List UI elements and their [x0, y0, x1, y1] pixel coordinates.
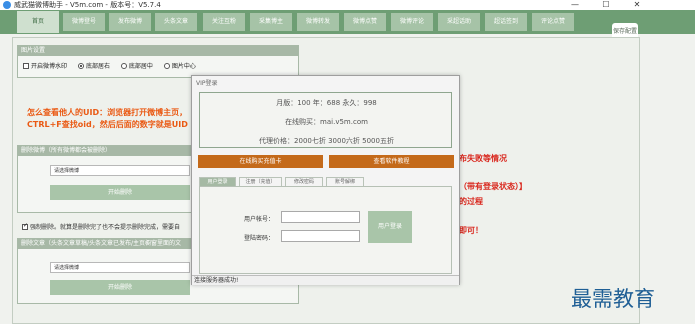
tab-6[interactable]: 微博转发 [297, 13, 339, 31]
buy-link-line[interactable]: 在线购买：mai.v5m.com [200, 117, 453, 127]
tab-2[interactable]: 发布微博 [109, 13, 151, 31]
account-label: 用户帐号： [244, 216, 275, 223]
checkbox-checked-icon: ✓ [22, 222, 29, 230]
delete-weibo-button[interactable]: 开始删除 [50, 185, 190, 200]
tab-9[interactable]: 采超话助 [438, 13, 480, 31]
window-title: 威武猫微博助手 - V5m.com - 版本号：V5.7.4 [14, 1, 161, 9]
price-line: 月版：100 年：688 永久：998 [276, 99, 377, 107]
notice-text-3: 的过程 [459, 197, 483, 206]
pricing-box: 月版：100 年：688 永久：998 在线购买：mai.v5m.com 代理价… [199, 92, 452, 148]
tab-8[interactable]: 微博评论 [391, 13, 433, 31]
minimize-button[interactable]: — [565, 0, 585, 10]
tab-10[interactable]: 超话签到 [485, 13, 527, 31]
radio-bottom-right[interactable]: 底部居右 [77, 61, 110, 70]
status-bar: 连接服务器成功! [192, 275, 459, 285]
login-button[interactable]: 用户登录 [368, 211, 412, 243]
uid-hint-line-2: CTRL+F查找oid，然后后面的数字就是UID [27, 120, 188, 129]
buy-card-button[interactable]: 在线购买充值卡 [198, 155, 323, 168]
tab-3[interactable]: 头条文章 [155, 13, 197, 31]
tab-register[interactable]: 注册（充值） [239, 177, 282, 186]
notice-text-2: （带有登录状态）】 [459, 182, 527, 191]
watermark-text: 最需教育 [571, 287, 655, 311]
app-window: 威武猫微博助手 - V5m.com - 版本号：V5.7.4 — ☐ ✕ 首页微… [0, 0, 695, 324]
radio-checked-icon [77, 63, 84, 69]
account-input[interactable] [281, 211, 360, 223]
password-label: 登陆密码： [244, 235, 275, 242]
tab-1[interactable]: 微博登号 [63, 13, 105, 31]
vip-login-dialog: VIP登录 月版：100 年：688 永久：998 在线购买：mai.v5m.c… [191, 75, 460, 285]
maximize-button[interactable]: ☐ [596, 0, 616, 10]
notice-text-4: 即可！ [459, 226, 483, 235]
checkbox-icon [23, 63, 29, 69]
main-tab-bar: 首页 微博登号 发布微博 头条文章 关注互粉 采集博主 微博转发 微博点赞 微博评论 采超话助 超话… [0, 10, 695, 41]
password-input[interactable] [281, 230, 360, 242]
title-bar: 威武猫微博助手 - V5m.com - 版本号：V5.7.4 — ☐ ✕ [0, 0, 695, 10]
tab-7[interactable]: 微博点赞 [344, 13, 386, 31]
tab-unbind-account[interactable]: 账号解绑 [326, 177, 364, 186]
tab-user-login[interactable]: 用户登录 [199, 177, 236, 186]
image-settings-panel: 图片设置 开启微博水印 底部居右 底部居中 图片中心 [17, 45, 299, 78]
delete-article-select[interactable]: 请选择微博 [50, 262, 190, 273]
delete-weibo-select[interactable]: 请选择微博 [50, 165, 190, 176]
dialog-title: VIP登录 [196, 80, 218, 87]
close-button[interactable]: ✕ [627, 0, 647, 10]
delete-article-button[interactable]: 开始删除 [50, 280, 190, 295]
tab-4[interactable]: 关注互粉 [203, 13, 245, 31]
force-delete-option[interactable]: ✓ 强制删除。就算是删除完了也不会提示删除完成，需要自 [22, 222, 192, 231]
uid-hint-line-1: 怎么查看他人的UID：浏览器打开微博主页， [27, 108, 188, 117]
image-settings-title: 图片设置 [18, 46, 298, 56]
watermark-options: 开启微博水印 底部居右 底部居中 图片中心 [23, 61, 205, 70]
radio-icon [163, 63, 170, 69]
watermark-checkbox[interactable]: 开启微博水印 [23, 61, 67, 70]
notice-text-1: 布失败等情况 [459, 154, 507, 163]
tab-change-password[interactable]: 修改密码 [285, 177, 323, 186]
radio-icon [120, 63, 127, 69]
agent-price-line: 代理价格：2000七折 3000六折 5000五折 [259, 137, 394, 145]
app-logo-icon [3, 1, 11, 9]
tab-5[interactable]: 采集博主 [250, 13, 292, 31]
tab-0[interactable]: 首页 [17, 11, 59, 33]
radio-bottom-center[interactable]: 底部居中 [120, 61, 153, 70]
tutorial-button[interactable]: 查看软件教程 [329, 155, 454, 168]
tab-11[interactable]: 评论点赞 [532, 13, 574, 31]
radio-image-center[interactable]: 图片中心 [163, 61, 196, 70]
